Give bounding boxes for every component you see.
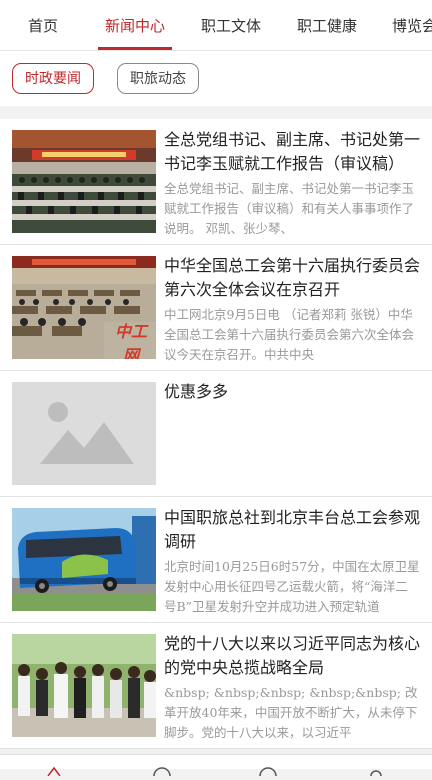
tab-staff-health[interactable]: 职工健康 [292,0,362,50]
news-title: 全总党组书记、副主席、书记处第一书记李玉赋就工作报告（审议稿） [164,130,420,173]
meeting-hall-photo [12,130,156,233]
news-title: 中华全国总工会第十六届执行委员会第六次全体会议在京召开 [164,256,420,299]
news-summary: 全总党组书记、副主席、书记处第一书记李玉赋就工作报告（审议稿）和有关人事事项作了… [164,181,415,236]
news-title: 党的十八大以来以习近平同志为核心的党中央总揽战略全局 [164,634,420,677]
plenary-session-photo: 中工网 [12,256,156,359]
news-summary [164,431,420,491]
home-icon[interactable] [46,761,62,780]
user-icon[interactable] [368,761,384,780]
news-item[interactable]: 党的十八大以来以习近平同志为核心的党中央总揽战略全局 &nbsp; &nbsp;… [0,623,432,749]
news-summary: 中工网北京9月5日电 （记者郑莉 张锐）中华全国总工会第十六届执行委员会第六次全… [164,307,415,362]
news-item[interactable]: 优惠多多 [0,371,432,497]
compass-icon[interactable] [152,761,172,780]
clock-icon[interactable] [258,761,278,780]
news-summary: 北京时间10月25日6时57分，中国在太原卫星发射中心用长征四号乙运载火箭，将“… [164,559,420,614]
news-title: 优惠多多 [164,382,229,401]
top-category-tabs: 首页 新闻中心 职工文体 职工健康 博览会 [0,0,432,51]
bottom-navigation [0,754,432,777]
tab-staff-culture-sports[interactable]: 职工文体 [196,0,266,50]
news-item[interactable]: 全总党组书记、副主席、书记处第一书记李玉赋就工作报告（审议稿） 全总党组书记、副… [0,119,432,245]
sub-category-bar: 时政要闻 职旅动态 [0,51,432,106]
tab-home[interactable]: 首页 [16,0,70,50]
tab-expo[interactable]: 博览会 [392,0,432,50]
chip-travel-news[interactable]: 职旅动态 [117,63,199,94]
news-item[interactable]: 中工网 中华全国总工会第十六届执行委员会第六次全体会议在京召开 中工网北京9月5… [0,245,432,371]
tab-news-center[interactable]: 新闻中心 [98,0,172,50]
news-item[interactable]: 中国职旅总社到北京丰台总工会参观调研 北京时间10月25日6时57分，中国在太原… [0,497,432,623]
news-title: 中国职旅总社到北京丰台总工会参观调研 [164,508,420,551]
news-list: 全总党组书记、副主席、书记处第一书记李玉赋就工作报告（审议稿） 全总党组书记、副… [0,119,432,749]
image-placeholder [12,382,156,485]
tour-bus-photo [12,508,156,611]
chip-current-affairs[interactable]: 时政要闻 [12,63,94,94]
watermark-logo: 中工网 [108,320,154,359]
officials-group-photo [12,634,156,737]
news-summary: &nbsp; &nbsp;&nbsp; &nbsp;&nbsp; 改革开放40年… [164,685,418,740]
